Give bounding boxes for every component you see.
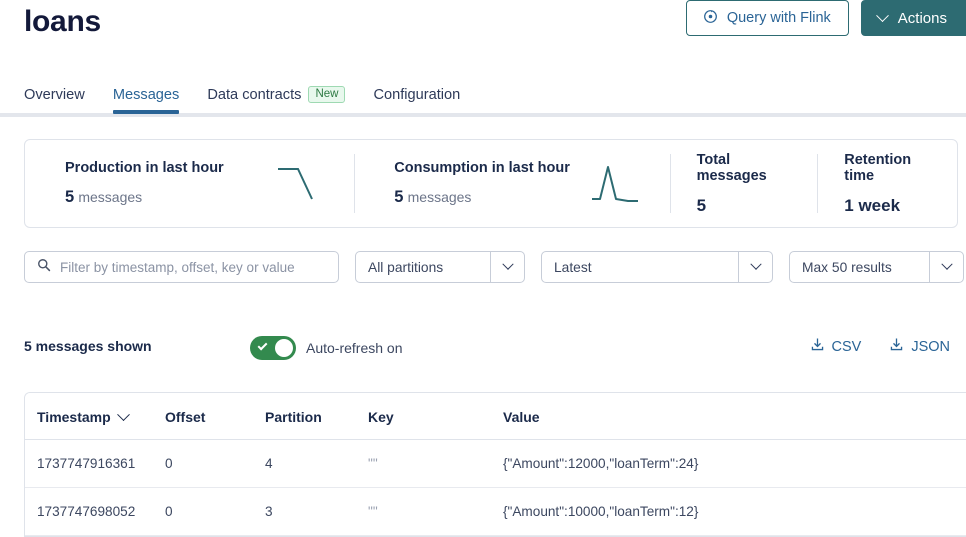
stat-production-label: Production in last hour <box>65 160 224 176</box>
stat-retention-value: 1 week <box>844 195 901 215</box>
actions-label: Actions <box>897 9 947 27</box>
auto-refresh-label: Auto-refresh on <box>306 340 403 356</box>
tab-messages[interactable]: Messages <box>99 87 194 114</box>
tab-data-contracts[interactable]: Data contracts New <box>193 86 359 113</box>
consumption-sparkline <box>591 165 638 202</box>
offset-select[interactable]: Latest <box>541 251 773 283</box>
new-badge: New <box>308 86 346 103</box>
chevron-down-icon <box>941 258 953 270</box>
stat-consumption-number: 5 <box>394 188 404 206</box>
production-sparkline <box>278 167 314 199</box>
offset-select-arrow[interactable] <box>738 252 772 282</box>
stats-card: Production in last hour 5 messages Consu… <box>24 139 958 228</box>
stat-consumption-unit: messages <box>407 189 472 205</box>
stat-total-value: 5 <box>696 195 707 215</box>
search-icon <box>37 258 51 277</box>
chevron-down-icon <box>502 258 514 270</box>
tab-overview[interactable]: Overview <box>24 87 99 113</box>
flink-icon <box>703 9 718 28</box>
table-head: Timestamp Offset Partition Key Value <box>25 393 966 440</box>
column-header-timestamp-label: Timestamp <box>37 409 111 425</box>
stat-production-texts: Production in last hour 5 messages <box>65 160 224 207</box>
table-toolbar: 5 messages shown Auto-refresh on CSV JSO… <box>24 336 958 360</box>
table-header-row: Timestamp Offset Partition Key Value <box>25 393 966 440</box>
export-json-link[interactable]: JSON <box>889 337 950 356</box>
auto-refresh-group: Auto-refresh on <box>250 336 403 360</box>
query-with-flink-label: Query with Flink <box>726 10 831 26</box>
tab-messages-label: Messages <box>112 87 180 103</box>
tab-active-underline <box>112 110 180 114</box>
max-results-select-arrow[interactable] <box>929 252 963 282</box>
column-header-offset[interactable]: Offset <box>165 393 265 440</box>
auto-refresh-toggle[interactable] <box>250 336 296 360</box>
tab-data-contracts-label: Data contracts <box>207 86 302 103</box>
actions-button[interactable]: Actions <box>860 0 966 36</box>
partition-select-value: All partitions <box>368 259 444 275</box>
max-results-select-value: Max 50 results <box>802 259 892 275</box>
tab-configuration[interactable]: Configuration <box>359 87 474 113</box>
table-body: 1737747916361 0 4 "" {"Amount":12000,"lo… <box>25 439 966 536</box>
table-row[interactable]: 1737747698052 0 3 "" {"Amount":10000,"lo… <box>25 487 966 536</box>
download-icon <box>889 337 904 356</box>
cell-partition: 3 <box>265 487 368 536</box>
stat-production-number: 5 <box>65 188 75 206</box>
tab-bar: Overview Messages Data contracts New Con… <box>0 78 966 117</box>
partition-select-arrow[interactable] <box>490 252 524 282</box>
download-icon <box>810 337 825 356</box>
cell-partition: 4 <box>265 439 368 488</box>
page-root: loans Query with Flink Actions Overview <box>0 0 966 537</box>
export-json-label: JSON <box>911 338 950 355</box>
table-row[interactable]: 1737747916361 0 4 "" {"Amount":12000,"lo… <box>25 439 966 488</box>
stat-consumption-texts: Consumption in last hour 5 messages <box>394 160 570 207</box>
messages-table: Timestamp Offset Partition Key Value 173… <box>25 393 966 536</box>
partition-select[interactable]: All partitions <box>355 251 525 283</box>
stat-production-value: 5 messages <box>65 188 224 207</box>
tab-overview-label: Overview <box>24 87 85 103</box>
stat-production: Production in last hour 5 messages <box>25 140 354 227</box>
stat-retention-texts: Retention time 1 week <box>844 152 941 216</box>
stat-retention: Retention time 1 week <box>817 140 957 227</box>
column-header-partition[interactable]: Partition <box>265 393 368 440</box>
cell-timestamp: 1737747698052 <box>25 487 165 536</box>
stat-retention-label: Retention time <box>844 151 912 184</box>
query-with-flink-button[interactable]: Query with Flink <box>685 0 849 36</box>
max-results-select[interactable]: Max 50 results <box>789 251 964 283</box>
stat-total-messages: Total messages 5 <box>669 140 818 227</box>
header-actions: Query with Flink Actions <box>685 0 966 36</box>
messages-shown-label: 5 messages shown <box>24 338 152 354</box>
filter-row: All partitions Latest Max 50 results <box>24 251 964 283</box>
export-links: CSV JSON <box>810 337 950 356</box>
stat-consumption-value: 5 messages <box>394 188 570 207</box>
column-header-key[interactable]: Key <box>368 393 503 440</box>
tab-configuration-label: Configuration <box>373 87 461 103</box>
offset-select-value: Latest <box>554 259 592 275</box>
page-title: loans <box>24 5 101 38</box>
export-csv-link[interactable]: CSV <box>810 337 862 356</box>
chevron-down-icon <box>875 8 889 22</box>
column-header-timestamp[interactable]: Timestamp <box>25 393 165 440</box>
stat-consumption: Consumption in last hour 5 messages <box>354 140 669 227</box>
cell-timestamp: 1737747916361 <box>25 439 165 488</box>
toggle-knob <box>275 339 293 357</box>
cell-key: "" <box>368 439 503 488</box>
cell-value: {"Amount":10000,"loanTerm":12} <box>503 487 966 536</box>
search-box[interactable] <box>24 251 339 283</box>
cell-offset: 0 <box>165 439 265 488</box>
chevron-down-icon <box>749 258 762 270</box>
column-header-value[interactable]: Value <box>503 393 966 440</box>
stat-total-label: Total messages <box>696 151 767 184</box>
cell-key: "" <box>368 487 503 536</box>
stat-production-unit: messages <box>78 189 143 205</box>
stat-consumption-label: Consumption in last hour <box>394 160 570 176</box>
cell-value: {"Amount":12000,"loanTerm":24} <box>503 439 966 488</box>
sort-descending-icon <box>116 407 130 421</box>
messages-table-card: Timestamp Offset Partition Key Value 173… <box>24 392 966 537</box>
stat-total-texts: Total messages 5 <box>697 152 802 216</box>
tab-list: Overview Messages Data contracts New Con… <box>0 78 966 114</box>
export-csv-label: CSV <box>831 338 862 355</box>
cell-offset: 0 <box>165 487 265 536</box>
check-icon <box>257 340 268 351</box>
search-input[interactable] <box>60 259 326 275</box>
